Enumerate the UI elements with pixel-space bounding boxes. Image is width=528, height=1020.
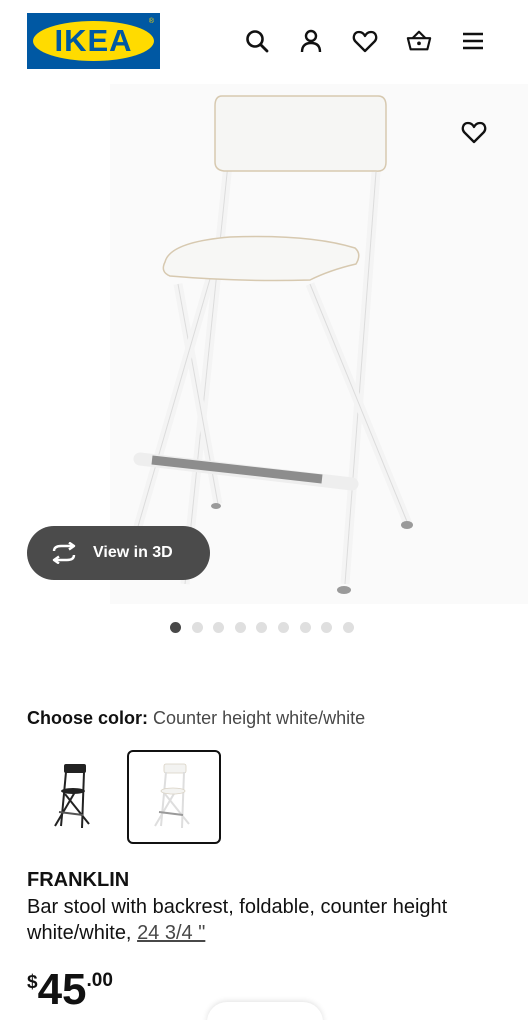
selected-color-value: Counter height white/white (153, 708, 366, 728)
price-integer: 45 (37, 965, 87, 1014)
search-icon (246, 30, 269, 53)
product-name: FRANKLIN (27, 869, 130, 891)
basket-icon (406, 30, 432, 51)
favorites-button[interactable] (350, 26, 380, 56)
pagination-dot[interactable] (256, 622, 268, 633)
pagination-dot[interactable] (213, 622, 225, 633)
account-button[interactable] (296, 26, 326, 56)
rotate-3d-icon (52, 542, 76, 564)
pagination-dot[interactable] (342, 622, 354, 633)
add-to-favorites-button[interactable] (458, 116, 490, 148)
price-decimal: .00 (86, 970, 113, 991)
color-option-black[interactable] (27, 750, 121, 844)
heart-icon (461, 121, 487, 144)
menu-icon (463, 32, 483, 50)
gallery-pagination (170, 622, 354, 636)
view-in-3d-label: View in 3D (93, 544, 173, 561)
choose-color-label: Choose color: (27, 708, 149, 728)
pagination-dot[interactable] (321, 622, 333, 633)
view-in-3d-button[interactable]: View in 3D (27, 526, 210, 580)
pagination-dot[interactable] (277, 622, 289, 633)
black-stool-thumbnail (54, 764, 90, 829)
product-size-link[interactable]: 24 3/4 " (137, 922, 205, 944)
logo-registered-mark: ® (148, 18, 154, 25)
heart-icon (352, 30, 378, 53)
color-option-white[interactable] (127, 750, 221, 844)
choose-color-row: Choose color: Counter height white/white (27, 706, 365, 730)
pagination-dot[interactable] (191, 622, 203, 633)
product-description: Bar stool with backrest, foldable, count… (27, 894, 497, 946)
account-icon (300, 29, 322, 53)
pagination-dot[interactable] (299, 622, 311, 633)
logo-text: IKEA (54, 23, 133, 58)
white-stool-thumbnail (154, 763, 190, 829)
product-description-text: Bar stool with backrest, foldable, count… (27, 896, 448, 944)
site-header: IKEA ® (0, 0, 528, 84)
floating-action-pill[interactable] (207, 1002, 323, 1020)
pagination-dot[interactable] (170, 622, 181, 633)
product-price: $45.00 (27, 964, 113, 1016)
menu-button[interactable] (458, 26, 488, 56)
ikea-logo[interactable]: IKEA ® (27, 13, 160, 69)
price-currency: $ (27, 972, 38, 993)
basket-button[interactable] (404, 26, 434, 56)
search-button[interactable] (242, 26, 272, 56)
pagination-dot[interactable] (234, 622, 246, 633)
